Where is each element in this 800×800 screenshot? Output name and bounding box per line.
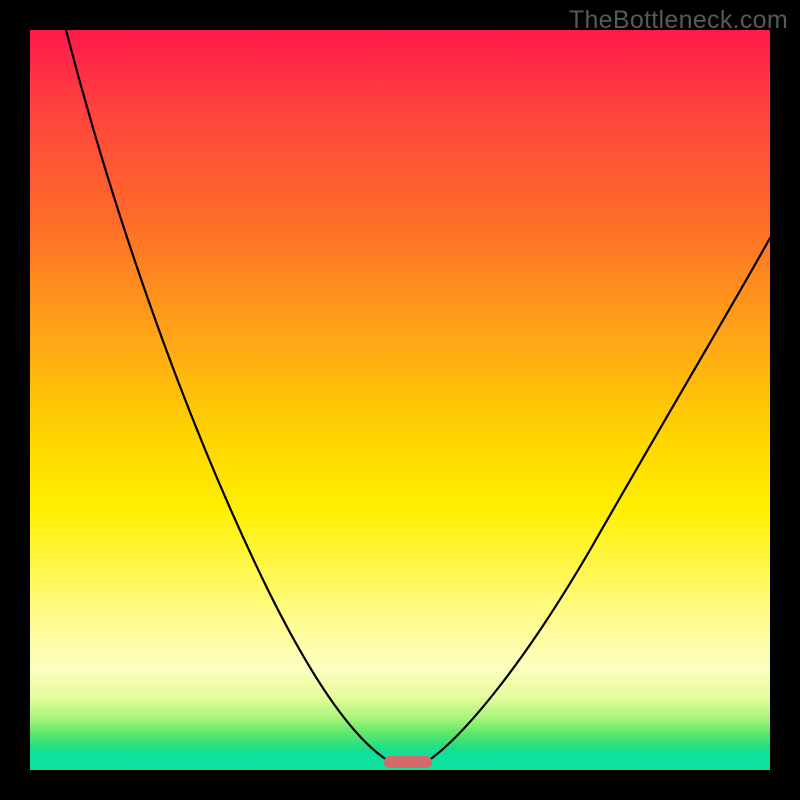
curve-left-branch — [66, 30, 392, 763]
bottom-marker — [384, 756, 432, 768]
chart-curves-svg — [30, 30, 770, 770]
chart-frame: TheBottleneck.com — [0, 0, 800, 800]
chart-plot-area — [30, 30, 770, 770]
watermark-text: TheBottleneck.com — [569, 6, 788, 35]
curve-right-branch — [425, 238, 770, 763]
